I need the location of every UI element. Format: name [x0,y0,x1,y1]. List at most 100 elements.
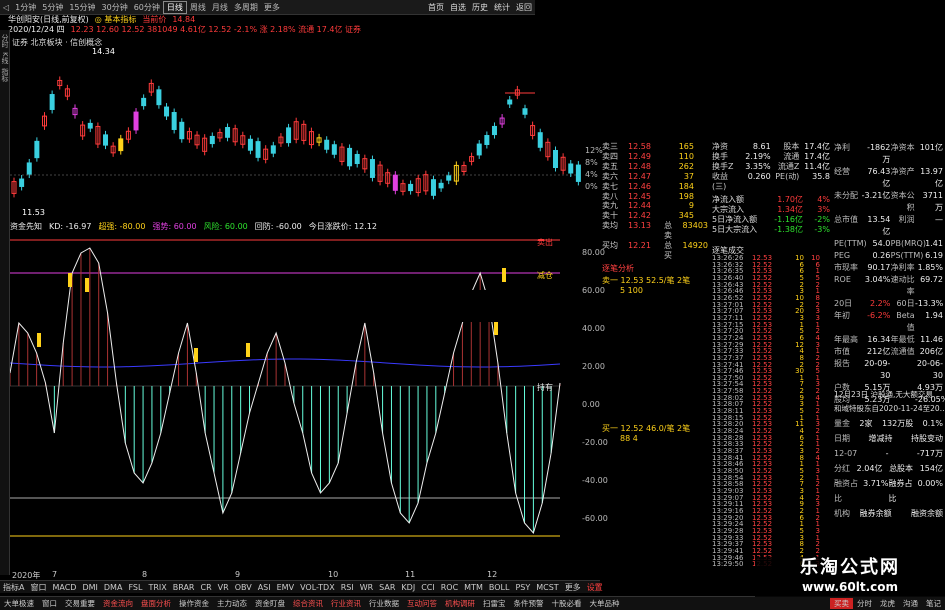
home-button[interactable]: 首页 [425,2,447,13]
news-item[interactable]: 12月23日 沪股通,无大额交易 [834,388,945,402]
bottom-right-tab[interactable]: 分时 [853,598,876,609]
indicator-tab-roc[interactable]: ROC [438,583,461,592]
flow-value: -1.16亿 [774,215,803,224]
bottom-tab[interactable]: 大单极速 [0,598,38,609]
indicator-tab-macd[interactable]: MACD [49,583,79,592]
indicator-tab-obv[interactable]: OBV [232,583,255,592]
indicator-tabs: 指标A 窗口 MACD DMI DMA FSL TRIX BRAR CR VR OBV ASI EMV V… [0,580,603,593]
candle-body [446,175,452,181]
date-label: 7 [52,570,58,579]
finance-value: 90.17 [867,263,891,272]
bottom-tab[interactable]: 行业资讯 [327,598,365,609]
bottom-tab[interactable]: 扫雷宝 [479,598,510,609]
indicator-tab-emv[interactable]: EMV [274,583,297,592]
stat-row: 换手 2.19% 流通 17.4亿 [712,152,830,162]
indicator-tab-brar[interactable]: BRAR [170,583,198,592]
price-value: 14.84 [172,15,196,24]
order-book: 卖三 12.58 165 卖四 12.49 110 卖五 12.48 262 卖六 12.47 37 卖… [602,142,708,443]
indicator-tab-sar[interactable]: SAR [376,583,398,592]
finance-value: 212亿 [867,347,891,356]
bottom-tab[interactable]: 资金盯盘 [251,598,289,609]
bottom-tab[interactable]: 十股必看 [548,598,586,609]
return-button[interactable]: 返回 [513,2,535,13]
indicator-tab-wr[interactable]: WR [357,583,376,592]
tab-15min[interactable]: 15分钟 [66,2,98,13]
news-item[interactable]: 和域特股东自2020-11-24至20… [834,402,945,416]
indicator-tab-asi[interactable]: ASI [255,583,274,592]
indicator-name[interactable]: 资金先知 [10,221,42,232]
tab-monthly[interactable]: 月线 [209,2,231,13]
indicator-tab-指标a[interactable]: 指标A [0,582,27,593]
bottom-tab[interactable]: 综合资讯 [289,598,327,609]
indicator-tab-cr[interactable]: CR [198,583,215,592]
bottom-right-tab[interactable]: 笔记 [922,598,945,609]
bottom-tab[interactable]: 机构调研 [441,598,479,609]
bottom-right-tab[interactable]: 龙虎 [876,598,899,609]
indicator-tab-mtm[interactable]: MTM [461,583,486,592]
bottom-tab[interactable]: 行业数据 [365,598,403,609]
queue-title[interactable]: 逐笔分析 [602,264,708,274]
bottom-tab[interactable]: 窗口 [38,598,61,609]
finance-label: 年最低 [890,335,915,344]
indicator-tab-窗口[interactable]: 窗口 [27,582,49,593]
holder-row: 机构 融券余额 融资余额 [834,506,945,521]
flow-label: 大宗流入 [712,205,744,214]
stat-label: PE(动) [775,172,800,181]
indicator-tab-更多[interactable]: 更多 [562,582,584,593]
sell-row: 卖九 12.44 9 [602,201,708,211]
indicator-tab-psy[interactable]: PSY [512,583,533,592]
candle-body [156,89,162,106]
indicator-tab-kdj[interactable]: KDJ [398,583,418,592]
sidebar-tab[interactable]: 分时 [0,34,10,48]
indicator-tab-dma[interactable]: DMA [101,583,126,592]
watchlist-button[interactable]: 自选 [447,2,469,13]
sidebar-tab[interactable]: K线 [0,52,10,64]
indicator-tab-dmi[interactable]: DMI [79,583,100,592]
tab-more[interactable]: 更多 [261,2,283,13]
history-button[interactable]: 历史 [469,2,491,13]
indicator-tab-设置[interactable]: 设置 [584,582,606,593]
bottom-tab[interactable]: 条件预警 [510,598,548,609]
bottom-right-tab[interactable]: 沟通 [899,598,922,609]
indicator-label[interactable]: ◎ 基本指标 [95,15,137,25]
indicator-chart[interactable] [10,233,582,568]
bottom-tab[interactable]: 操作资金 [175,598,213,609]
indicator-today: 今日涨跌价: 12.12 [308,221,377,231]
indicator-tab-vol-tdx[interactable]: VOL-TDX [297,583,338,592]
indicator-tab-trix[interactable]: TRIX [145,583,169,592]
tab-60min[interactable]: 60分钟 [131,2,163,13]
left-sidebar: 分时 K线 指标 [0,30,10,575]
bottom-tab[interactable]: 大单品种 [586,598,624,609]
stat-row: 净资 8.61 股本 17.4亿 [712,142,830,152]
tab-multi[interactable]: 多周期 [231,2,261,13]
stats-button[interactable]: 统计 [491,2,513,13]
sidebar-tab[interactable]: 指标 [0,68,10,82]
finance-value: 20-06-30 [916,359,943,380]
candlestick-chart[interactable] [10,45,582,220]
signal-marker [246,343,250,357]
indicator-tab-rsi[interactable]: RSI [338,583,357,592]
indicator-tab-mcst[interactable]: MCST [533,583,561,592]
indicator-tab-boll[interactable]: BOLL [486,583,513,592]
bottom-tab[interactable]: 交易重要 [61,598,99,609]
holder-cell: 持股变动 [911,434,943,443]
tab-30min[interactable]: 30分钟 [99,2,131,13]
bottom-tab[interactable]: 资金流向 [99,598,137,609]
bottom-tab[interactable]: 主力动态 [213,598,251,609]
tab-1min[interactable]: 1分钟 [12,2,39,13]
bottom-right-tab[interactable]: 买卖 [830,598,853,609]
sell-price: 12.47 [628,171,651,181]
candle-body [430,179,436,196]
stat-value: 2.19% [745,152,771,161]
holder-row: 量金 2家 132万股 0.1% [834,416,945,431]
bottom-tab[interactable]: 互动问答 [403,598,441,609]
back-icon[interactable]: ◁ [0,3,12,12]
indicator-tab-cci[interactable]: CCI [418,583,438,592]
tab-5min[interactable]: 5分钟 [39,2,66,13]
tab-daily[interactable]: 日线 [162,0,187,14]
tab-weekly[interactable]: 周线 [187,2,209,13]
indicator-tab-vr[interactable]: VR [215,583,232,592]
bottom-tab[interactable]: 盘面分析 [137,598,175,609]
indicator-tab-fsl[interactable]: FSL [125,583,145,592]
indicator-axis-label: -40.00 [582,476,608,485]
